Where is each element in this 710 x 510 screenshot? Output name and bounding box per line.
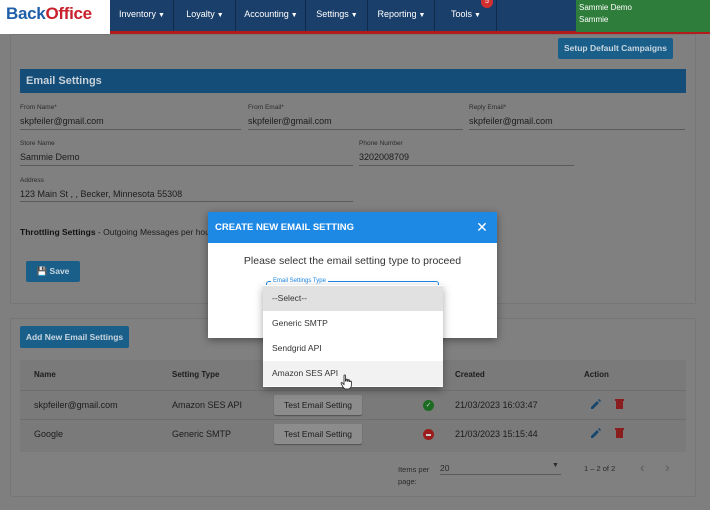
save-button-label: Save [49, 266, 70, 276]
phone-number-underline [359, 165, 574, 166]
reply-email-underline [469, 129, 685, 130]
address-label: Address [20, 177, 44, 184]
chevron-down-icon: ▼ [158, 12, 165, 19]
from-name-underline [20, 129, 241, 130]
row-1-type: Amazon SES API [172, 400, 243, 410]
edit-icon[interactable] [590, 398, 602, 412]
option-sendgrid-api[interactable]: Sendgrid API [263, 336, 443, 361]
dialog-title: CREATE NEW EMAIL SETTING [208, 212, 497, 243]
nav-tools-label: Tools [451, 9, 473, 19]
previous-page-icon[interactable]: ‹ [640, 459, 645, 475]
row-1-name: skpfeiler@gmail.com [34, 400, 118, 410]
row-1-test-email-button[interactable]: Test Email Setting [274, 395, 362, 415]
save-button[interactable]: 💾 Save [26, 261, 80, 282]
user-name: Sammie [579, 15, 609, 24]
brand-logo[interactable]: BackOffice [6, 4, 92, 24]
throttling-title: Throttling Settings [20, 227, 96, 237]
items-per-page-label: Items per [398, 465, 430, 474]
throttling-settings-text: Throttling Settings - Outgoing Messages … [20, 227, 213, 237]
column-header-name[interactable]: Name [34, 370, 56, 379]
error-circle-icon [423, 429, 434, 440]
store-name-label: Store Name [20, 140, 55, 147]
from-email-underline [248, 129, 463, 130]
row-2-type: Generic SMTP [172, 429, 232, 439]
row-2-created: 21/03/2023 15:15:44 [455, 429, 538, 439]
setup-default-campaigns-button[interactable]: Setup Default Campaigns [558, 38, 673, 59]
phone-number-field[interactable]: 3202008709 [359, 152, 409, 162]
column-header-setting-type[interactable]: Setting Type [172, 370, 219, 379]
nav-loyalty[interactable]: Loyalty ▼ [175, 0, 236, 31]
check-circle-icon: ✓ [423, 400, 434, 411]
nav-accounting-label: Accounting [244, 9, 289, 19]
chevron-down-icon: ▼ [216, 12, 224, 19]
from-name-field[interactable]: skpfeiler@gmail.com [20, 116, 104, 126]
edit-icon[interactable] [590, 427, 602, 441]
page-size-underline [440, 474, 561, 475]
nav-reporting[interactable]: Reporting ▼ [369, 0, 435, 31]
chevron-down-icon: ▼ [418, 12, 426, 19]
nav-inventory[interactable]: Inventory ▼ [111, 0, 174, 31]
nav-reporting-label: Reporting [377, 9, 417, 19]
email-settings-header: Email Settings [20, 69, 686, 93]
items-per-page-label-2: page: [398, 477, 417, 486]
chevron-down-icon[interactable]: ▼ [552, 462, 559, 469]
close-icon[interactable]: ✕ [474, 218, 490, 236]
column-header-created[interactable]: Created [455, 370, 485, 379]
next-page-icon[interactable]: › [665, 459, 670, 475]
pagination-range: 1 – 2 of 2 [584, 464, 616, 473]
store-name-field[interactable]: Sammie Demo [20, 152, 80, 162]
from-email-label: From Email* [248, 104, 284, 111]
brand-logo-part2: Office [45, 4, 92, 23]
delete-icon[interactable] [614, 398, 625, 412]
dialog-message: Please select the email setting type to … [243, 255, 462, 267]
option-select-placeholder[interactable]: --Select-- [263, 286, 443, 311]
nav-loyalty-label: Loyalty [186, 9, 215, 19]
nav-accounting[interactable]: Accounting ▼ [237, 0, 306, 31]
brand-logo-part1: Back [6, 4, 46, 23]
email-settings-type-label: Email Settings Type [271, 278, 328, 284]
row-1-created: 21/03/2023 16:03:47 [455, 400, 538, 410]
address-underline [20, 201, 353, 202]
page-size-select[interactable]: 20 [440, 463, 449, 473]
option-generic-smtp[interactable]: Generic SMTP [263, 311, 443, 336]
hand-pointer-icon [340, 374, 353, 392]
nav-inventory-label: Inventory [119, 9, 157, 19]
user-store-name: Sammie Demo [579, 3, 632, 12]
delete-icon[interactable] [614, 427, 625, 441]
nav-settings-label: Settings [316, 9, 349, 19]
from-name-label: From Name* [20, 104, 57, 111]
store-name-underline [20, 165, 353, 166]
add-new-email-settings-button[interactable]: Add New Email Settings [20, 326, 129, 348]
option-amazon-ses-api[interactable]: Amazon SES API [263, 361, 443, 386]
nav-settings[interactable]: Settings ▼ [307, 0, 368, 31]
chevron-down-icon: ▼ [290, 12, 298, 19]
table-divider [20, 390, 686, 391]
column-header-action: Action [584, 370, 609, 379]
chevron-down-icon: ▼ [474, 12, 481, 19]
reply-email-field[interactable]: skpfeiler@gmail.com [469, 116, 553, 126]
from-email-field[interactable]: skpfeiler@gmail.com [248, 116, 332, 126]
phone-number-label: Phone Number [359, 140, 403, 147]
row-2-name: Google [34, 429, 64, 439]
reply-email-label: Reply Email* [469, 104, 507, 111]
address-field[interactable]: 123 Main St , , Becker, Minnesota 55308 [20, 189, 182, 199]
table-row-divider [20, 419, 686, 420]
throttling-description: - Outgoing Messages per hour [95, 227, 213, 237]
save-icon: 💾 [36, 266, 48, 276]
chevron-down-icon: ▼ [350, 12, 358, 19]
row-2-test-email-button[interactable]: Test Email Setting [274, 424, 362, 444]
